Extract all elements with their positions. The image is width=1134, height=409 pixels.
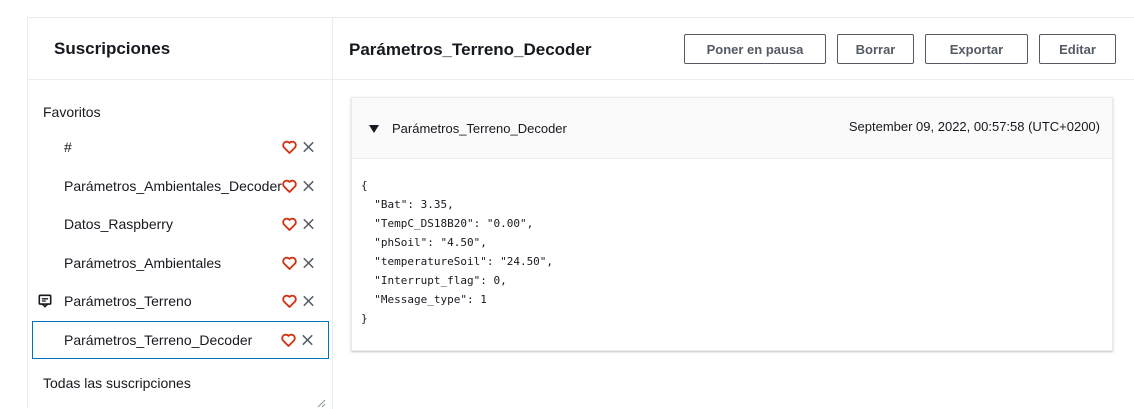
subscription-label: Parámetros_Ambientales_Decoder bbox=[64, 177, 282, 194]
mqtt-test-client: Suscripciones Favoritos # Parámetros_Amb… bbox=[27, 17, 1134, 409]
message-topic: Parámetros_Terreno_Decoder bbox=[392, 121, 567, 136]
favorites-list: # Parámetros_Ambientales_Decoder Datos_R… bbox=[28, 128, 333, 359]
subscription-item-hash[interactable]: # bbox=[28, 128, 333, 167]
topic-title: Parámetros_Terreno_Decoder bbox=[349, 40, 592, 59]
heart-icon[interactable] bbox=[281, 216, 298, 233]
message-icon bbox=[38, 294, 52, 309]
close-icon[interactable] bbox=[299, 331, 316, 348]
all-subscriptions-label[interactable]: Todas las suscripciones bbox=[43, 375, 191, 391]
subscription-label: Parámetros_Ambientales bbox=[64, 254, 222, 271]
subscription-item-parametros-ambientales-decoder[interactable]: Parámetros_Ambientales_Decoder bbox=[28, 167, 333, 206]
message-card-header[interactable]: Parámetros_Terreno_Decoder September 09,… bbox=[352, 98, 1112, 159]
subscription-item-datos-raspberry[interactable]: Datos_Raspberry bbox=[28, 205, 333, 244]
message-payload: { "Bat": 3.35, "TempC_DS18B20": "0.00", … bbox=[361, 179, 554, 325]
caret-down-icon[interactable] bbox=[369, 125, 379, 133]
subscriptions-title: Suscripciones bbox=[28, 18, 332, 80]
close-icon[interactable] bbox=[300, 139, 317, 156]
message-card: Parámetros_Terreno_Decoder September 09,… bbox=[351, 97, 1113, 351]
message-panel: Parámetros_Terreno_Decoder Poner en paus… bbox=[333, 18, 1134, 409]
heart-icon[interactable] bbox=[281, 139, 298, 156]
pause-button[interactable]: Poner en pausa bbox=[684, 34, 826, 64]
close-icon[interactable] bbox=[300, 293, 317, 310]
heart-icon[interactable] bbox=[281, 293, 298, 310]
heart-icon[interactable] bbox=[281, 254, 298, 271]
close-icon[interactable] bbox=[300, 216, 317, 233]
message-timestamp: September 09, 2022, 00:57:58 (UTC+0200) bbox=[848, 119, 1100, 134]
close-icon[interactable] bbox=[300, 254, 317, 271]
favorites-label: Favoritos bbox=[43, 104, 101, 120]
close-icon[interactable] bbox=[300, 177, 317, 194]
subscription-label: # bbox=[64, 139, 72, 156]
export-button[interactable]: Exportar bbox=[925, 34, 1028, 64]
subscriptions-panel: Suscripciones Favoritos # Parámetros_Amb… bbox=[28, 18, 333, 409]
heart-icon[interactable] bbox=[280, 331, 297, 348]
resize-handle-icon[interactable] bbox=[316, 398, 326, 408]
subscription-label: Datos_Raspberry bbox=[64, 216, 173, 233]
subscription-label: Parámetros_Terreno_Decoder bbox=[64, 331, 253, 348]
subscription-label: Parámetros_Terreno bbox=[64, 293, 192, 310]
subscription-item-parametros-terreno-decoder[interactable]: Parámetros_Terreno_Decoder bbox=[32, 320, 329, 359]
edit-button[interactable]: Editar bbox=[1039, 34, 1116, 64]
subscription-item-parametros-ambientales[interactable]: Parámetros_Ambientales bbox=[28, 244, 333, 283]
subscription-item-parametros-terreno[interactable]: Parámetros_Terreno bbox=[28, 282, 333, 321]
delete-button[interactable]: Borrar bbox=[837, 34, 914, 64]
heart-icon[interactable] bbox=[281, 177, 298, 194]
message-panel-header: Parámetros_Terreno_Decoder Poner en paus… bbox=[333, 18, 1134, 80]
